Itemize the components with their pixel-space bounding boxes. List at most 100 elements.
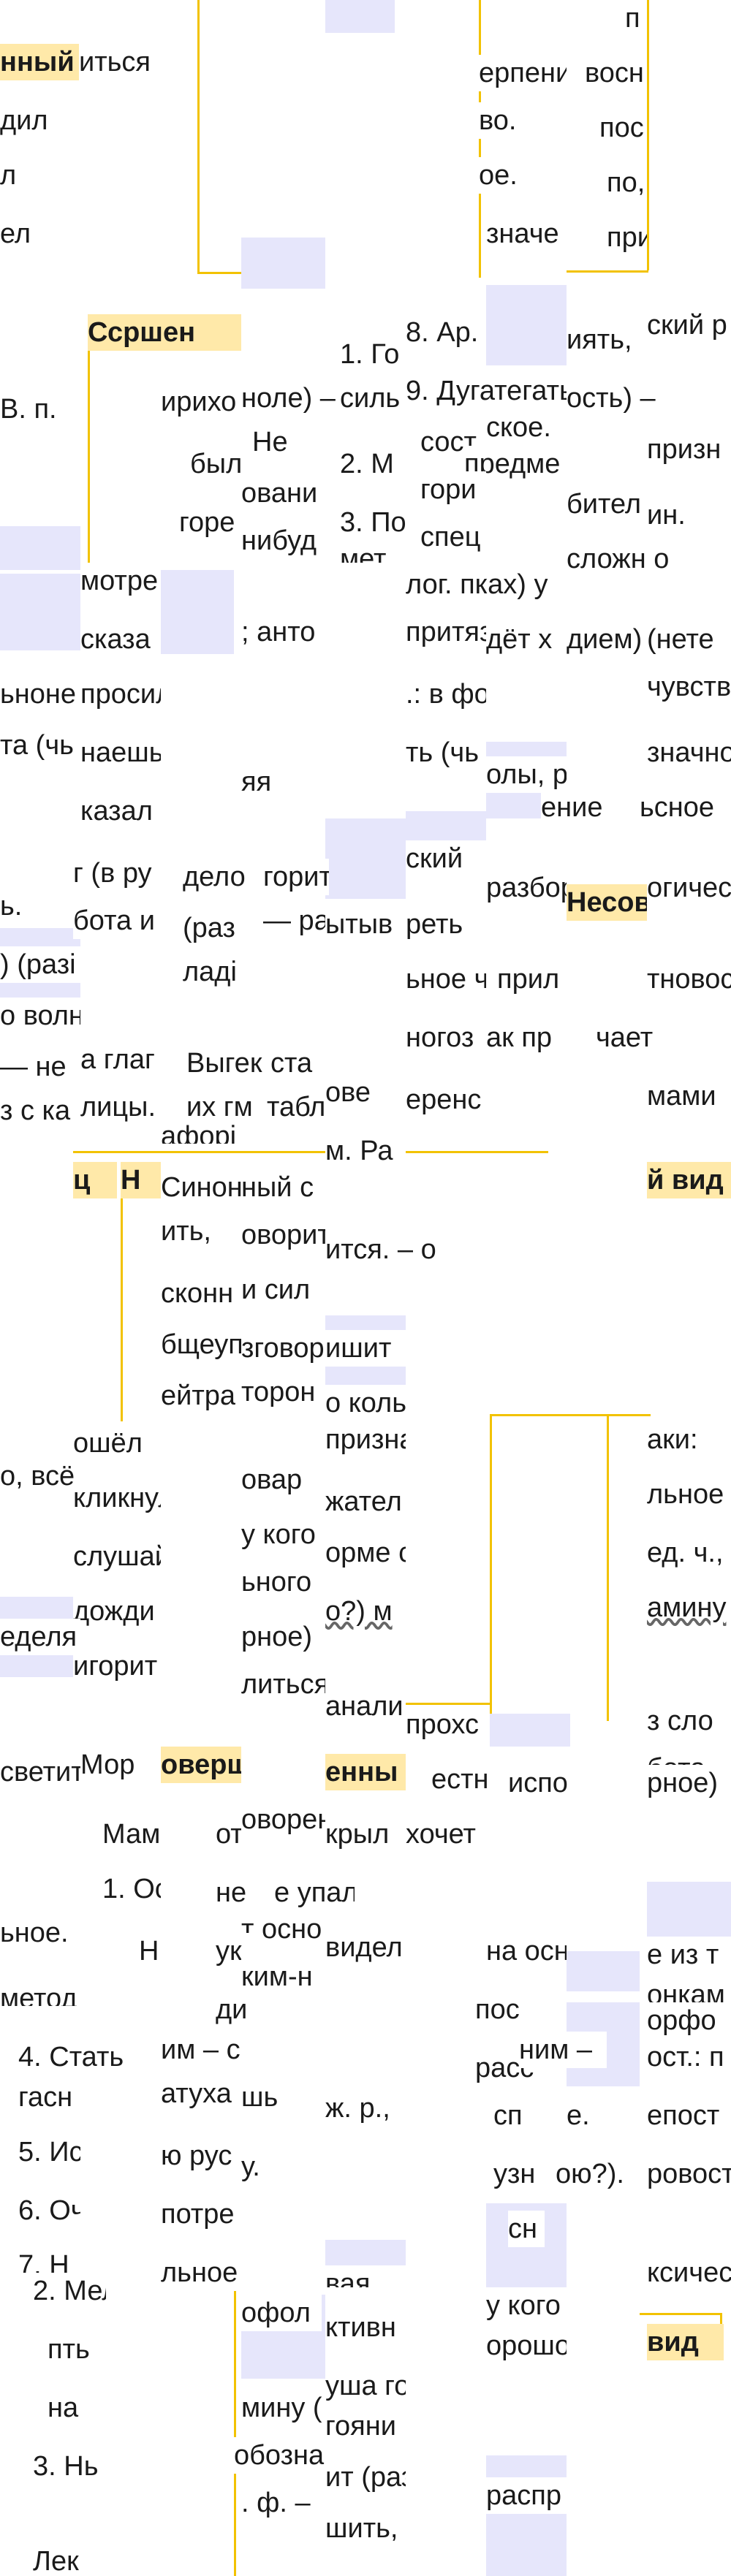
- text-fragment: бщеуп: [161, 1326, 241, 1363]
- text-fragment: игорит: [73, 1648, 161, 1684]
- text-fragment: ьное ч: [406, 961, 486, 998]
- tree-connector: [88, 333, 90, 570]
- text-fragment: п: [625, 0, 647, 37]
- text-fragment: л: [0, 157, 80, 194]
- tree-connector: [73, 1151, 548, 1153]
- text-fragment: ть (чь: [406, 734, 486, 771]
- text-fragment: 2. М: [340, 446, 406, 482]
- redaction-block: [161, 570, 234, 654]
- tree-connector: [234, 2276, 236, 2576]
- text-fragment: ный с: [241, 1169, 325, 1206]
- text-fragment: ровост: [647, 2156, 731, 2192]
- text-fragment: ост.: п: [647, 2039, 731, 2075]
- text-fragment: по,: [607, 164, 647, 201]
- text-fragment: льное: [161, 2254, 241, 2291]
- text-fragment: пос: [475, 1991, 567, 2028]
- text-fragment: значно: [647, 734, 731, 771]
- text-fragment: (раз: [183, 910, 263, 946]
- text-fragment: В. п.: [0, 391, 80, 428]
- text-fragment: шь: [241, 2079, 325, 2116]
- text-fragment: дело: [183, 859, 263, 895]
- redaction-block: [490, 1714, 570, 1747]
- text-fragment: зговор: [241, 1330, 325, 1367]
- text-fragment: ел: [0, 216, 80, 252]
- text-fragment: Лек: [33, 2543, 80, 2576]
- text-fragment: рное): [241, 1619, 325, 1655]
- text-fragment: дёт х: [486, 621, 567, 658]
- text-fragment: атуха: [161, 2075, 241, 2112]
- text-fragment: нибуд: [241, 523, 325, 559]
- text-fragment: рное): [647, 1765, 731, 1801]
- text-fragment: (нете: [647, 621, 731, 658]
- text-fragment: ейтра: [161, 1378, 241, 1414]
- text-fragment: 1. Ос: [102, 1871, 161, 1907]
- text-fragment: 1. Го: [340, 336, 406, 373]
- text-fragment: иять,: [567, 322, 647, 358]
- text-fragment: 4. Стать: [18, 2039, 161, 2075]
- text-fragment: ста: [270, 1045, 325, 1082]
- text-fragment: сложн о: [567, 541, 731, 570]
- text-fragment: дием) -: [567, 621, 647, 658]
- text-fragment: ить,: [161, 1213, 241, 1250]
- text-fragment: Мор: [80, 1739, 161, 1790]
- text-fragment: орошо: [486, 2328, 567, 2364]
- text-fragment: Мам: [102, 1816, 161, 1853]
- text-fragment: мотре: [80, 563, 161, 599]
- text-fragment: е из т: [647, 1937, 731, 1973]
- text-fragment: анали: [325, 1688, 406, 1725]
- text-fragment: з сло: [647, 1703, 731, 1739]
- redaction-block: [0, 526, 80, 570]
- text-fragment: оворение.: [241, 1801, 325, 1838]
- text-fragment: на: [48, 2390, 106, 2426]
- text-fragment: ладі: [183, 954, 263, 990]
- text-fragment: аки:: [647, 1421, 731, 1458]
- text-fragment: хочет: [406, 1816, 486, 1853]
- text-fragment: ский р: [647, 307, 731, 343]
- text-fragment: ский: [406, 840, 486, 870]
- text-fragment: во.: [479, 102, 567, 139]
- text-fragment: при: [607, 219, 647, 256]
- text-fragment: ьное.: [0, 1915, 80, 1951]
- text-fragment: Выгек: [186, 1045, 270, 1082]
- tree-connector: [607, 1414, 609, 1721]
- text-fragment: 6. Оч: [18, 2192, 80, 2229]
- text-fragment: ьного: [241, 1564, 325, 1600]
- text-fragment: 8. Ар.: [406, 314, 486, 351]
- text-fragment: е упал: [274, 1874, 355, 1911]
- text-fragment: Не: [252, 424, 325, 460]
- text-fragment: гори: [420, 471, 486, 508]
- text-fragment: торон: [241, 1374, 325, 1410]
- text-fragment: слушай: [73, 1538, 161, 1575]
- text-fragment: прохс: [406, 1706, 490, 1743]
- text-fragment: видел: [325, 1929, 406, 1966]
- text-fragment: ди: [216, 1991, 260, 2028]
- text-fragment: епост: [647, 2097, 731, 2134]
- text-fragment: метод: [0, 1980, 80, 2006]
- text-fragment: светит: [0, 1754, 80, 1790]
- section-header: Н: [121, 1162, 161, 1198]
- text-fragment: ноле) –: [241, 380, 340, 417]
- text-fragment: о волн: [0, 998, 80, 1034]
- redaction-block: [325, 818, 406, 899]
- text-fragment: мами: [647, 1078, 731, 1114]
- text-fragment: а глаг: [80, 1041, 161, 1078]
- text-fragment: восн: [585, 55, 647, 91]
- text-fragment: у кого: [241, 1516, 325, 1553]
- tree-connector: [395, 1703, 490, 1705]
- text-fragment: крыл: [325, 1816, 406, 1853]
- text-fragment: оворит: [241, 1217, 325, 1253]
- text-fragment: сконн: [161, 1275, 241, 1312]
- text-fragment: спец: [420, 519, 486, 555]
- redaction-block: [486, 2455, 567, 2576]
- text-fragment: . ф. –: [241, 2485, 325, 2521]
- text-fragment: ) (разі: [0, 946, 80, 983]
- text-fragment: еделя: [0, 1619, 80, 1655]
- text-fragment: разбор: [486, 870, 567, 906]
- tree-connector: [647, 0, 649, 270]
- text-fragment: овар: [241, 1462, 325, 1498]
- text-fragment: ою?).: [556, 2156, 640, 2192]
- text-fragment: у кого: [486, 2287, 567, 2324]
- text-fragment: бота и: [73, 903, 161, 939]
- text-fragment: сказа: [80, 621, 161, 658]
- text-fragment: орфо: [647, 2002, 731, 2039]
